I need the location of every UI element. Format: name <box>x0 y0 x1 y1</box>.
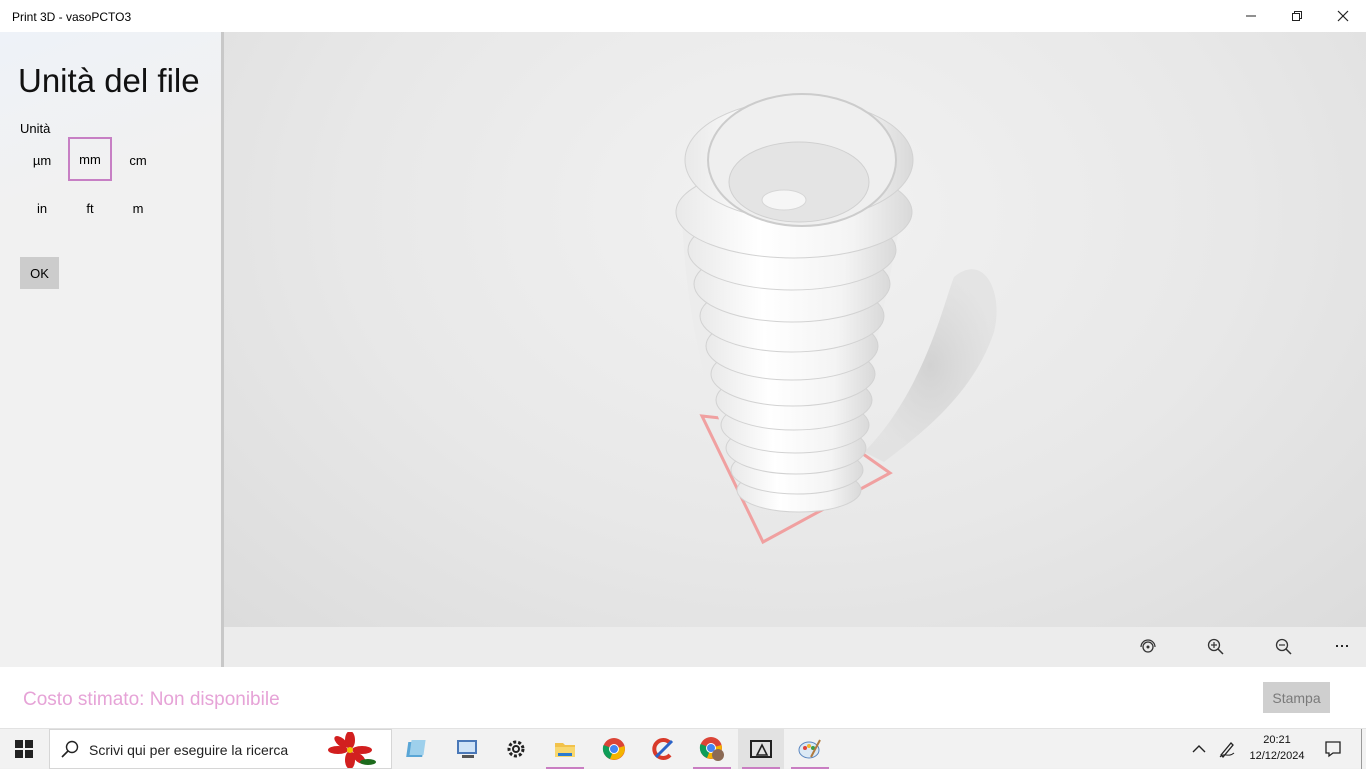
zoom-out-button[interactable] <box>1271 635 1297 659</box>
search-icon <box>61 740 79 758</box>
taskbar-chrome[interactable] <box>591 729 637 769</box>
viewport-toolbar: ... <box>224 627 1366 667</box>
clock-time: 20:21 <box>1263 734 1291 746</box>
taskbar-file-explorer[interactable] <box>542 729 588 769</box>
zoom-in-button[interactable] <box>1203 635 1229 659</box>
paint-palette-icon <box>798 739 821 759</box>
estimated-cost-text: Costo stimato: Non disponibile <box>23 689 280 710</box>
taskbar-onedrive[interactable] <box>395 729 441 769</box>
view-reset-icon <box>1140 639 1156 653</box>
vase-spiral <box>761 189 807 211</box>
3d-viewport[interactable] <box>224 32 1366 627</box>
poinsettia-icon <box>328 732 376 768</box>
taskbar-print-3d[interactable] <box>738 729 784 769</box>
vase-model[interactable] <box>224 32 1366 627</box>
panel-title: Unità del file <box>18 62 200 99</box>
ccleaner-icon <box>652 738 674 760</box>
action-center-button[interactable] <box>1318 729 1348 769</box>
title-bar: Print 3D - vasoPCTO3 <box>0 0 1366 32</box>
window-title: Print 3D - vasoPCTO3 <box>12 10 132 24</box>
taskbar-search-box[interactable]: Scrivi qui per eseguire la ricerca <box>49 729 392 769</box>
taskbar-control-panel[interactable] <box>444 729 490 769</box>
unit-um-button[interactable]: µm <box>20 138 64 182</box>
chrome-icon <box>602 738 625 760</box>
print-3d-icon <box>750 740 772 758</box>
folder-blue-icon <box>406 740 426 757</box>
more-options-button[interactable]: ... <box>1329 629 1355 653</box>
minimize-icon <box>1246 15 1256 17</box>
taskbar-clock[interactable]: 20:21 12/12/2024 <box>1244 732 1310 764</box>
taskbar-paint-3d[interactable] <box>787 729 833 769</box>
control-panel-icon <box>457 740 477 758</box>
start-button[interactable] <box>0 729 48 769</box>
gear-icon <box>507 740 525 758</box>
file-units-panel: Unità del file Unità µm mm cm in ft m OK <box>0 32 221 667</box>
windows-logo-icon <box>15 740 33 758</box>
unit-m-button[interactable]: m <box>116 186 160 230</box>
taskbar: Scrivi qui per eseguire la ricerca 20:21 <box>0 728 1366 769</box>
taskbar-ccleaner[interactable] <box>640 729 686 769</box>
minimize-button[interactable] <box>1228 0 1274 32</box>
vase-inner <box>728 141 870 223</box>
notification-icon <box>1325 741 1341 758</box>
close-icon <box>1337 10 1349 22</box>
unit-in-button[interactable]: in <box>20 186 64 230</box>
show-hidden-icons-button[interactable] <box>1187 729 1211 769</box>
view-reset-button[interactable] <box>1135 635 1161 659</box>
clock-date: 12/12/2024 <box>1249 750 1305 762</box>
chevron-up-icon <box>1192 745 1206 753</box>
zoom-in-icon <box>1207 638 1224 655</box>
print-button[interactable]: Stampa <box>1263 682 1330 713</box>
units-label: Unità <box>20 121 51 136</box>
pen-workspace-button[interactable] <box>1214 729 1240 769</box>
taskbar-settings[interactable] <box>493 729 539 769</box>
unit-cm-button[interactable]: cm <box>116 138 160 182</box>
close-button[interactable] <box>1320 0 1366 32</box>
bottom-bar: Costo stimato: Non disponibile Stampa <box>0 667 1366 728</box>
show-desktop-button[interactable] <box>1361 729 1362 769</box>
zoom-out-icon <box>1275 638 1292 655</box>
pen-icon <box>1219 742 1235 758</box>
unit-mm-button[interactable]: mm <box>68 137 112 181</box>
ok-button[interactable]: OK <box>20 257 59 289</box>
restore-button[interactable] <box>1274 0 1320 32</box>
search-placeholder: Scrivi qui per eseguire la ricerca <box>89 742 289 758</box>
unit-ft-button[interactable]: ft <box>68 186 112 230</box>
taskbar-chrome-profile[interactable] <box>689 729 735 769</box>
folder-icon <box>555 743 575 757</box>
restore-icon <box>1292 11 1302 21</box>
chrome-profile-icon <box>699 737 724 761</box>
